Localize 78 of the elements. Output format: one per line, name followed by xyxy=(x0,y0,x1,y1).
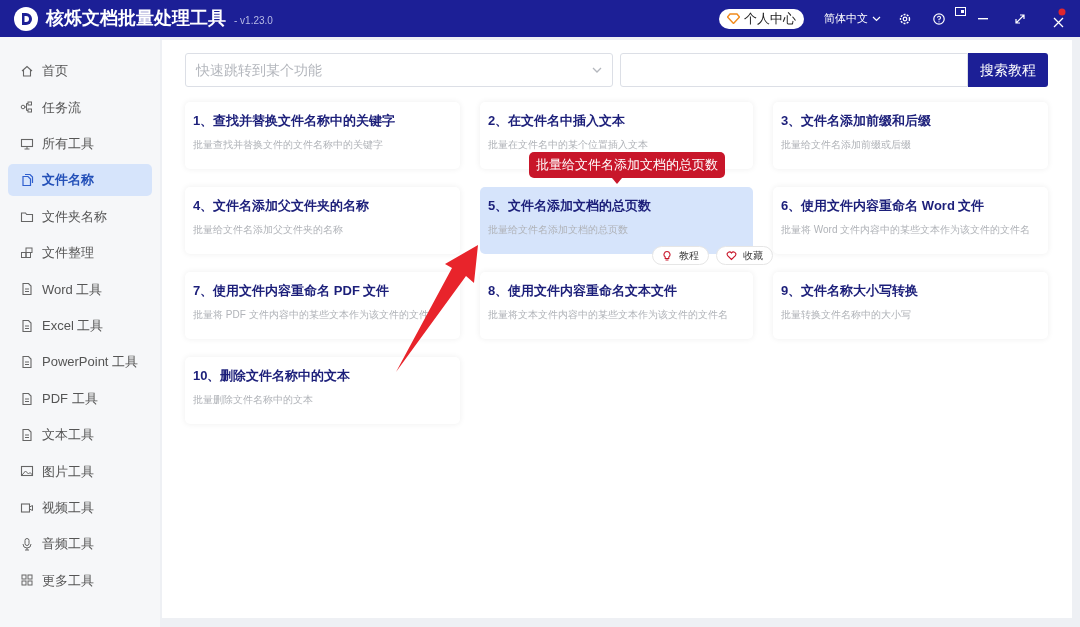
card-description: 批量在文件名中的某个位置插入文本 xyxy=(488,137,649,152)
files-icon xyxy=(20,173,34,188)
chevron-down-icon xyxy=(592,67,602,73)
placeholder-text: 快速跳转到某个功能 xyxy=(196,60,322,80)
document-icon xyxy=(20,318,34,333)
bulb-icon xyxy=(662,250,673,261)
card-action-button[interactable]: 教程 xyxy=(652,246,709,265)
card-description: 批量查找并替换文件的文件名称中的关键字 xyxy=(193,137,384,152)
folder-icon xyxy=(20,209,34,224)
sidebar-item[interactable]: 更多工具 xyxy=(8,564,152,597)
blocks-icon xyxy=(20,245,34,260)
version-label: - v1.23.0 xyxy=(234,14,273,28)
tool-card[interactable]: 9、文件名称大小写转换 批量转换文件名称中的大小写 xyxy=(773,272,1048,339)
card-description: 批量删除文件名称中的文本 xyxy=(193,392,314,407)
card-title: 2、在文件名中插入文本 xyxy=(488,112,627,130)
sidebar-item[interactable]: Excel 工具 xyxy=(8,309,152,342)
tool-card[interactable]: 4、文件名添加父文件夹的名称 批量给文件名添加父文件夹的名称 xyxy=(185,187,460,254)
card-title: 3、文件名添加前缀和后缀 xyxy=(781,112,933,130)
sidebar-item[interactable]: 文件名称 xyxy=(8,164,152,197)
sidebar-item[interactable]: 图片工具 xyxy=(8,455,152,488)
card-title: 8、使用文件内容重命名文本文件 xyxy=(488,282,679,300)
document-icon xyxy=(20,391,34,406)
sidebar-item[interactable]: 所有工具 xyxy=(8,127,152,160)
chevron-down-icon xyxy=(872,15,881,22)
tool-card[interactable]: 8、使用文件内容重命名文本文件 批量将文本文件内容中的某些文本作为该文件的文件名 xyxy=(480,272,753,339)
sidebar-item[interactable]: 文件整理 xyxy=(8,236,152,269)
document-icon xyxy=(20,282,34,297)
maximize-icon[interactable] xyxy=(1015,13,1025,24)
close-icon[interactable] xyxy=(1052,7,1066,30)
settings-icon[interactable] xyxy=(899,12,911,25)
card-title: 5、文件名添加文档的总页数 xyxy=(488,197,653,215)
language-dropdown[interactable]: 简体中文 xyxy=(824,10,881,27)
card-title: 6、使用文件内容重命名 Word 文件 xyxy=(781,197,986,215)
card-title: 9、文件名称大小写转换 xyxy=(781,282,920,300)
sidebar-item[interactable]: 任务流 xyxy=(8,91,152,124)
video-camera-icon xyxy=(20,500,34,515)
card-title: 1、查找并替换文件名称中的关键字 xyxy=(193,112,397,130)
card-description: 批量转换文件名称中的大小写 xyxy=(781,307,912,322)
card-description: 批量给文件名添加父文件夹的名称 xyxy=(193,222,344,237)
tool-card[interactable]: 6、使用文件内容重命名 Word 文件 批量将 Word 文件内容中的某些文本作为该文件的文件名 xyxy=(773,187,1048,254)
card-description: 批量给文件名添加前缀或后缀 xyxy=(781,137,912,152)
sidebar-item[interactable]: 文件夹名称 xyxy=(8,200,152,233)
sidebar-item[interactable]: PDF 工具 xyxy=(8,382,152,415)
card-title: 7、使用文件内容重命名 PDF 文件 xyxy=(193,282,391,300)
sidebar-item[interactable]: 视频工具 xyxy=(8,491,152,524)
sidebar-item[interactable]: 文本工具 xyxy=(8,418,152,451)
tool-card[interactable]: 3、文件名添加前缀和后缀 批量给文件名添加前缀或后缀 xyxy=(773,102,1048,169)
flow-icon xyxy=(20,100,34,115)
minimize-icon[interactable] xyxy=(978,17,988,20)
tooltip: 批量给文件名添加文档的总页数 xyxy=(529,152,725,178)
card-action-button[interactable]: 收藏 xyxy=(716,246,773,265)
monitor-icon xyxy=(20,136,34,151)
tutorial-search-field[interactable] xyxy=(620,53,968,87)
tooltip-pointer xyxy=(612,178,622,184)
grid-icon xyxy=(20,573,34,588)
user-center-button[interactable]: 个人中心 xyxy=(719,8,804,29)
logo-icon xyxy=(14,6,38,31)
heart-icon xyxy=(726,250,737,261)
card-description: 批量将 Word 文件内容中的某些文本作为该文件的文件名 xyxy=(781,222,1032,237)
sidebar-item[interactable]: Word 工具 xyxy=(8,273,152,306)
house-icon xyxy=(20,64,34,78)
microphone-icon xyxy=(20,537,34,552)
image-icon xyxy=(20,464,34,479)
tool-card[interactable]: 1、查找并替换文件名称中的关键字 批量查找并替换文件的文件名称中的关键字 xyxy=(185,102,460,169)
diamond-icon xyxy=(727,13,740,24)
document-icon xyxy=(20,355,34,370)
sidebar-item[interactable]: PowerPoint 工具 xyxy=(8,346,152,379)
sidebar-item[interactable]: 音频工具 xyxy=(8,528,152,561)
window-title: 核烁文档批量处理工具 xyxy=(46,7,226,30)
search-tutorial-button[interactable]: 搜索教程 xyxy=(968,53,1048,87)
card-title: 4、文件名添加父文件夹的名称 xyxy=(193,197,371,215)
card-description: 批量将文本文件内容中的某些文本作为该文件的文件名 xyxy=(488,307,729,322)
help-icon[interactable] xyxy=(933,12,945,25)
tool-card[interactable]: 10、删除文件名称中的文本 批量删除文件名称中的文本 xyxy=(185,357,460,424)
document-icon xyxy=(20,427,34,442)
window-icon[interactable] xyxy=(955,7,966,16)
card-title: 10、删除文件名称中的文本 xyxy=(193,367,352,385)
sidebar-item[interactable]: 首页 xyxy=(8,55,152,87)
